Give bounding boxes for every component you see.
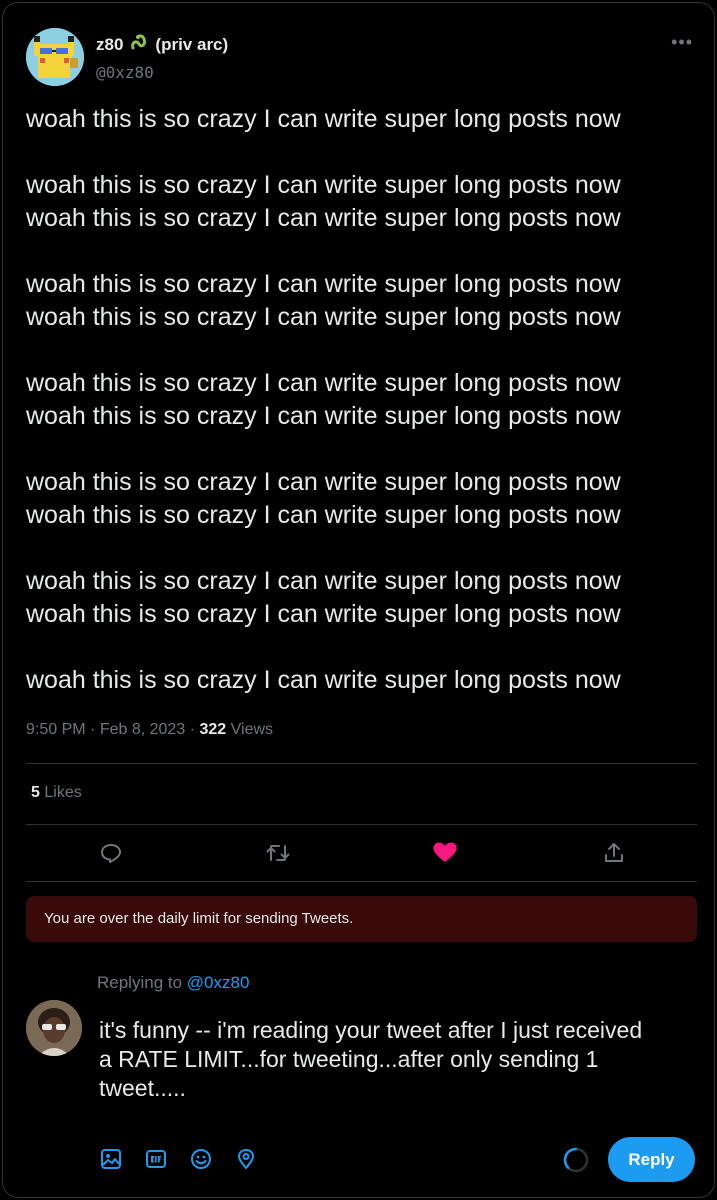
divider <box>26 763 697 764</box>
tweet-paragraph: woah this is so crazy I can write super … <box>26 367 706 433</box>
tweet-line: woah this is so crazy I can write super … <box>26 270 621 298</box>
likes-stat[interactable]: 5 Likes <box>31 784 82 802</box>
author-display-name[interactable]: z80 (priv arc) <box>96 32 228 57</box>
replying-to-handle-link[interactable]: @0xz80 <box>187 973 250 992</box>
tweet-time[interactable]: 9:50 PM <box>26 721 86 738</box>
tweet-line: woah this is so crazy I can write super … <box>26 105 621 133</box>
tweet-line: woah this is so crazy I can write super … <box>26 468 621 496</box>
divider <box>26 881 697 882</box>
tweet-line: woah this is so crazy I can write super … <box>26 204 621 232</box>
tweet-line: woah this is so crazy I can write super … <box>26 600 621 628</box>
author-names: z80 (priv arc) @0xz80 <box>96 32 228 82</box>
reply-text-line: it's funny -- i'm reading your tweet aft… <box>99 1017 643 1043</box>
tweet-line: woah this is so crazy I can write super … <box>26 402 621 430</box>
tweet-paragraph: woah this is so crazy I can write super … <box>26 268 706 334</box>
replying-to-label: Replying to <box>97 973 183 992</box>
reply-icon[interactable] <box>96 838 126 868</box>
tweet-actions <box>26 838 697 868</box>
like-filled-icon[interactable] <box>430 838 460 868</box>
tweet-paragraph: woah this is so crazy I can write super … <box>26 466 706 532</box>
author-avatar[interactable] <box>26 28 84 86</box>
gif-icon[interactable] <box>144 1145 168 1173</box>
tweet-header: z80 (priv arc) @0xz80 ••• <box>26 28 697 86</box>
meta-separator: · <box>90 721 100 738</box>
user-avatar[interactable] <box>26 1000 82 1056</box>
divider <box>26 824 697 825</box>
snake-emoji-icon <box>129 32 149 57</box>
tweet-paragraph: woah this is so crazy I can write super … <box>26 664 706 697</box>
tweet-line: woah this is so crazy I can write super … <box>26 567 621 595</box>
replying-to: Replying to @0xz80 <box>97 973 249 993</box>
views-count: 322 <box>199 721 227 738</box>
likes-label: Likes <box>44 784 82 801</box>
reply-button[interactable]: Reply <box>608 1137 695 1182</box>
location-pin-icon[interactable] <box>234 1145 258 1173</box>
composer-toolbar <box>99 1145 258 1173</box>
media-icon[interactable] <box>99 1145 123 1173</box>
reply-composer-text[interactable]: it's funny -- i'm reading your tweet aft… <box>99 1016 699 1103</box>
tweet-paragraph: woah this is so crazy I can write super … <box>26 565 706 631</box>
tweet-line: woah this is so crazy I can write super … <box>26 171 621 199</box>
tweet-line: woah this is so crazy I can write super … <box>26 369 621 397</box>
tweet-line: woah this is so crazy I can write super … <box>26 501 621 529</box>
tweet-date[interactable]: Feb 8, 2023 <box>100 721 185 738</box>
tweet-line: woah this is so crazy I can write super … <box>26 303 621 331</box>
retweet-icon[interactable] <box>263 838 293 868</box>
reply-text-line: tweet..... <box>99 1075 186 1101</box>
meta-separator: · <box>189 721 200 738</box>
tweet-line: woah this is so crazy I can write super … <box>26 666 621 694</box>
display-name-tag: (priv arc) <box>155 34 229 54</box>
tweet-paragraph: woah this is so crazy I can write super … <box>26 103 706 136</box>
character-count-ring-icon <box>562 1146 590 1174</box>
reply-text-line: a RATE LIMIT...for tweeting...after only… <box>99 1046 599 1072</box>
display-name[interactable]: z80 <box>96 35 123 55</box>
tweet-meta: 9:50 PM · Feb 8, 2023 · 322 Views <box>26 721 273 739</box>
views-label: Views <box>230 721 274 738</box>
likes-count: 5 <box>31 784 40 801</box>
tweet-text: woah this is so crazy I can write super … <box>26 103 706 697</box>
more-options-icon[interactable]: ••• <box>671 32 693 53</box>
emoji-icon[interactable] <box>189 1145 213 1173</box>
tweet-paragraph: woah this is so crazy I can write super … <box>26 169 706 235</box>
rate-limit-error-banner: You are over the daily limit for sending… <box>26 896 697 942</box>
author-handle[interactable]: @0xz80 <box>96 63 228 82</box>
share-icon[interactable] <box>599 838 629 868</box>
